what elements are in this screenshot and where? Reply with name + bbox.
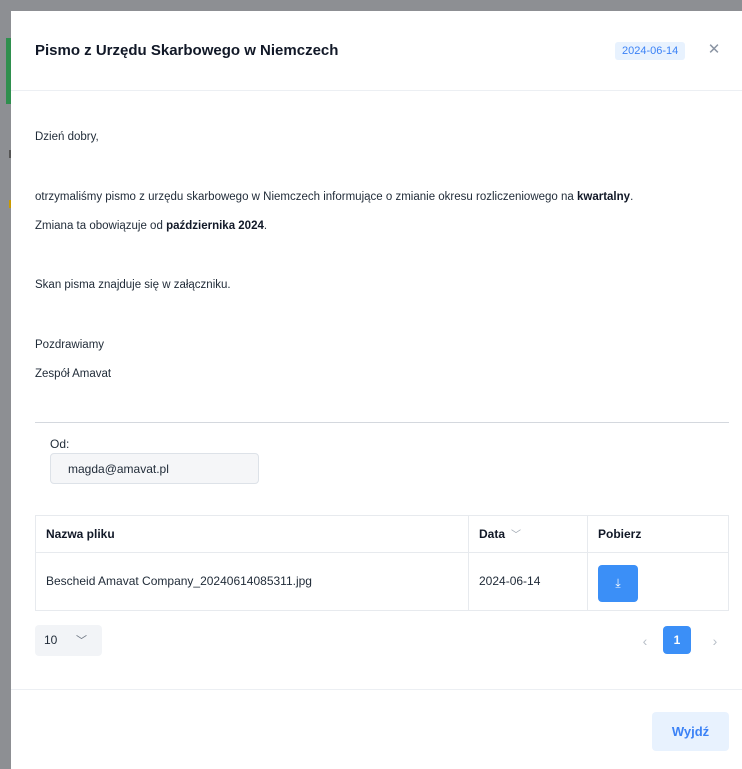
download-icon: ⤓ <box>615 576 621 590</box>
message-line-2-bold: października 2024 <box>166 220 264 232</box>
exit-button[interactable]: Wyjdź <box>652 712 729 751</box>
message-modal: Pismo z Urzędu Skarbowego w Niemczech 20… <box>11 11 742 769</box>
attachments-table: Nazwa pliku Data ﹀ Pobierz Bescheid Amava… <box>35 515 729 611</box>
modal-title: Pismo z Urzędu Skarbowego w Niemczech <box>35 42 339 59</box>
page-size-select[interactable]: 10 ﹀ <box>35 625 102 656</box>
column-header-date[interactable]: Data ﹀ <box>479 516 521 553</box>
next-page-button[interactable]: › <box>705 629 725 653</box>
greeting: Dzień dobry, <box>35 131 99 143</box>
chevron-down-icon: ﹀ <box>511 530 522 541</box>
message-line-2-end: . <box>263 220 268 232</box>
section-divider <box>35 422 729 423</box>
column-header-date-label: Data <box>479 527 506 541</box>
from-label: Od: <box>50 437 70 451</box>
message-line-1-text: otrzymaliśmy pismo z urzędu skarbowego w… <box>35 191 577 203</box>
backdrop-overlay-left <box>0 0 11 769</box>
message-line-1: otrzymaliśmy pismo z urzędu skarbowego w… <box>35 191 633 203</box>
message-line-2-text: Zmiana ta obowiązuje od <box>35 220 167 232</box>
signature: Zespół Amavat <box>35 368 112 380</box>
backdrop-overlay-top <box>0 0 742 11</box>
modal-header: Pismo z Urzędu Skarbowego w Niemczech 20… <box>11 11 742 91</box>
column-divider <box>587 516 588 610</box>
message-line-2: Zmiana ta obowiązuje od października 202… <box>35 220 267 232</box>
attachment-note: Skan pisma znajduje się w załączniku. <box>35 279 231 291</box>
close-icon[interactable]: ✕ <box>704 40 724 60</box>
page-size-value: 10 <box>44 633 58 647</box>
column-header-download: Pobierz <box>598 527 642 541</box>
footer-divider <box>11 689 742 690</box>
closing: Pozdrawiamy <box>35 339 105 351</box>
previous-page-button[interactable]: ‹ <box>635 629 655 653</box>
message-line-1-end: . <box>630 191 634 203</box>
column-divider <box>468 516 469 610</box>
date-badge: 2024-06-14 <box>615 42 686 60</box>
download-button[interactable]: ⤓ <box>598 565 638 602</box>
message-line-1-bold: kwartalny <box>577 191 631 203</box>
column-header-filename: Nazwa pliku <box>46 527 115 541</box>
chevron-down-icon: ﹀ <box>76 635 87 647</box>
cell-date: 2024-06-14 <box>479 574 541 588</box>
cell-filename: Bescheid Amavat Company_20240614085311.j… <box>46 574 312 588</box>
page-button-current[interactable]: 1 <box>663 626 691 654</box>
from-field[interactable] <box>50 453 259 484</box>
